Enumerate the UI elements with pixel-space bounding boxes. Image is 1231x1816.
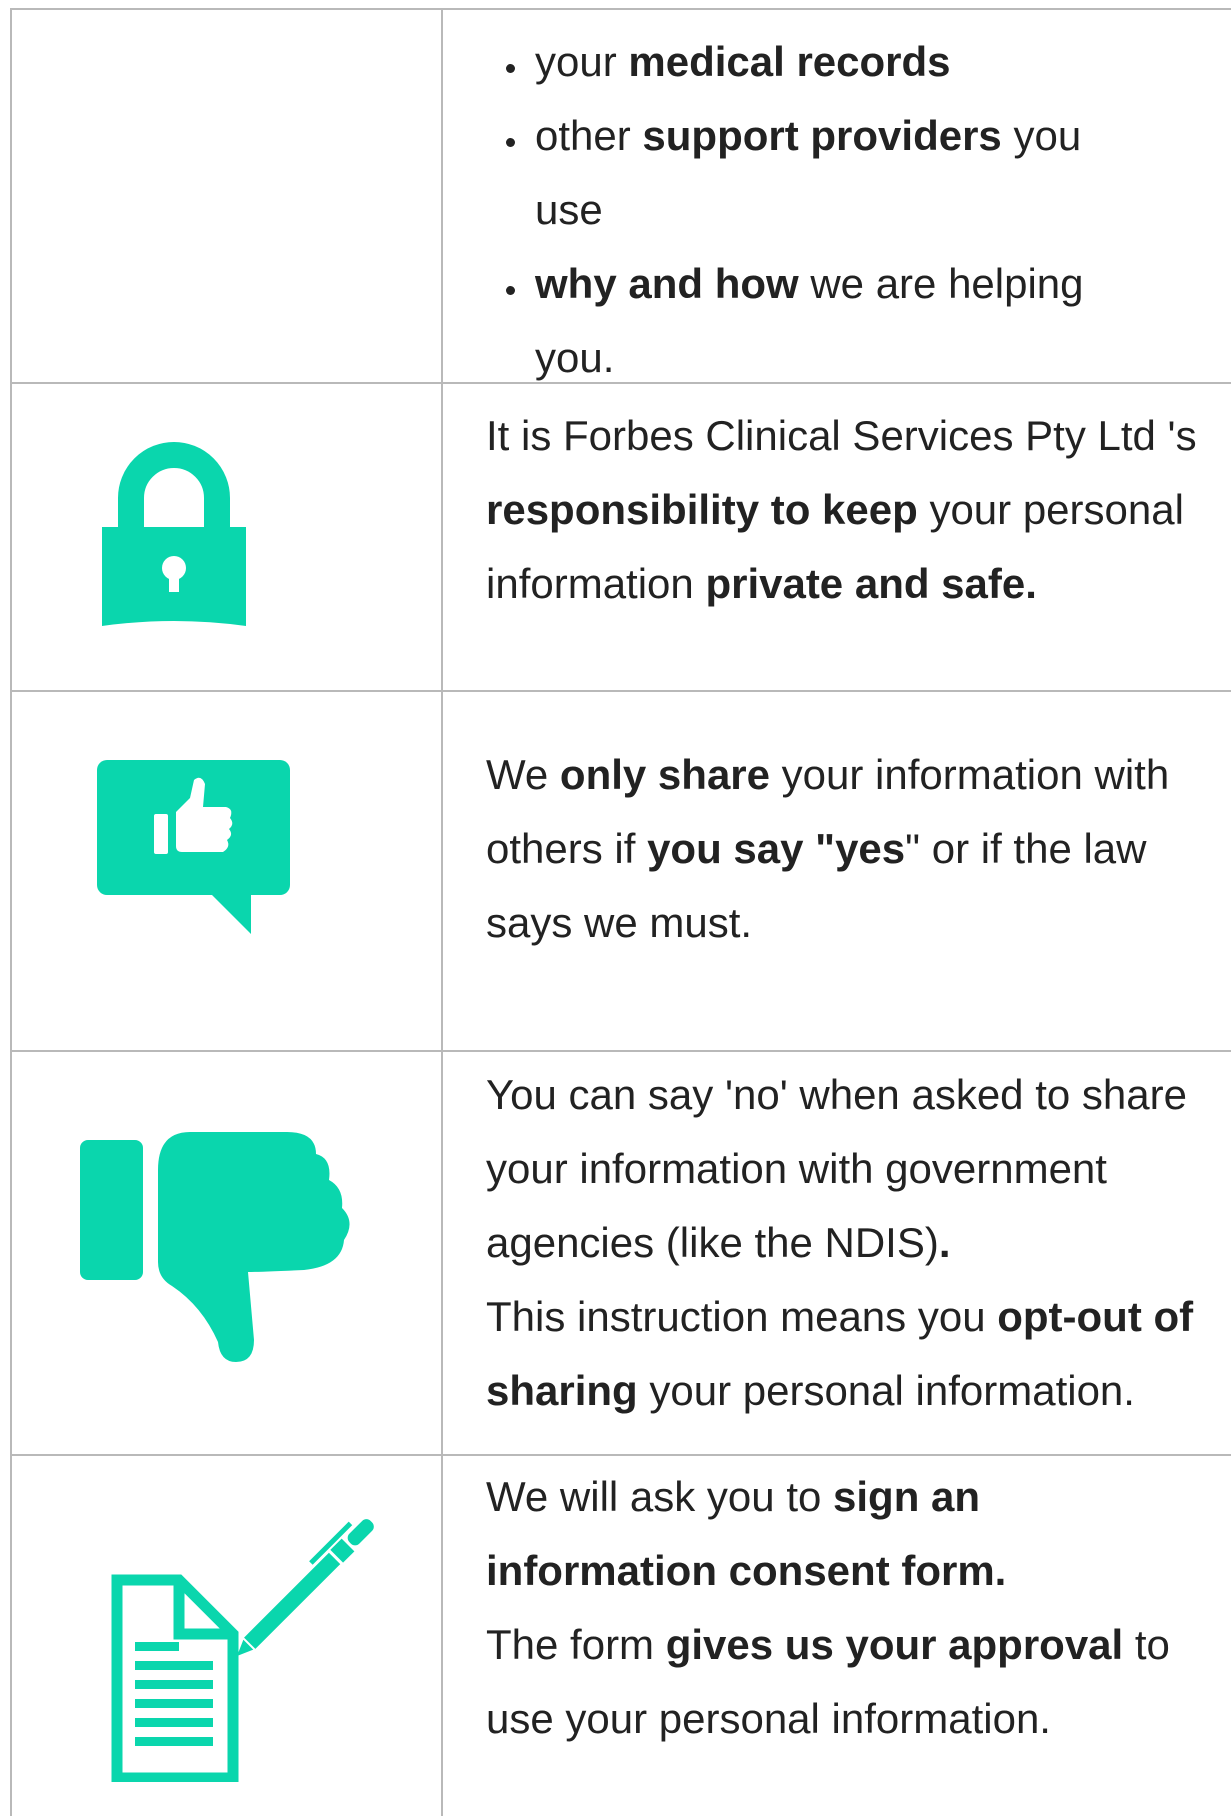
- table-row: It is Forbes Clinical Services Pty Ltd '…: [10, 384, 1231, 692]
- table-row: You can say 'no' when asked to share you…: [10, 1052, 1231, 1456]
- text-cell: We only share your information with othe…: [486, 751, 1170, 946]
- thumbs-up-speech-bubble-icon: [97, 760, 292, 936]
- empty-icon-cell: [10, 10, 443, 382]
- document-pen-icon: [111, 1516, 379, 1782]
- text-cell: We will ask you to sign an information c…: [486, 1473, 1170, 1742]
- text-cell: It is Forbes Clinical Services Pty Ltd '…: [486, 412, 1197, 607]
- icon-cell: [10, 1052, 443, 1454]
- list-item: other support providers you use: [443, 99, 1221, 247]
- easy-read-table: your medical records other support provi…: [10, 8, 1231, 1816]
- thumbs-down-icon: [80, 1130, 352, 1362]
- table-row: We only share your information with othe…: [10, 692, 1231, 1052]
- text-cell: your medical records other support provi…: [443, 10, 1231, 382]
- table-row: We will ask you to sign an information c…: [10, 1456, 1231, 1816]
- list-item: why and how we are helping you.: [443, 247, 1221, 395]
- icon-cell: [10, 1456, 443, 1816]
- list-item: your medical records: [443, 25, 1221, 99]
- text-cell: You can say 'no' when asked to share you…: [486, 1071, 1194, 1414]
- icon-cell: [10, 692, 443, 1050]
- table-row: your medical records other support provi…: [10, 10, 1231, 384]
- icon-cell: [10, 384, 443, 690]
- padlock-icon: [100, 440, 248, 628]
- bullet-list: your medical records other support provi…: [443, 25, 1221, 395]
